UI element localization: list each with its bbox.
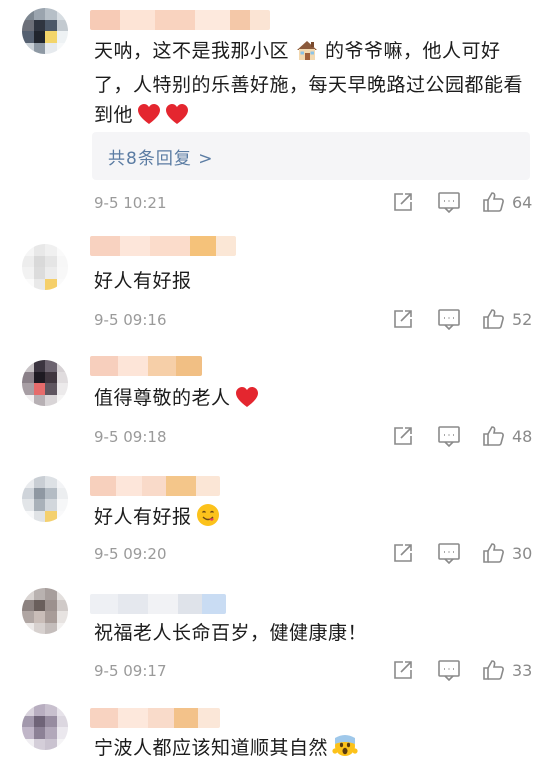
like-count: 30 (512, 544, 533, 563)
comment-icon[interactable] (437, 425, 461, 449)
avatar[interactable] (22, 244, 68, 290)
face-screaming-emoji (332, 734, 358, 767)
username[interactable] (90, 476, 220, 496)
avatar[interactable] (22, 704, 68, 750)
username[interactable] (90, 708, 220, 728)
share-icon[interactable] (392, 425, 416, 449)
thumbs-up-icon[interactable] (482, 658, 506, 682)
comment-time: 9-5 10:21 (94, 194, 167, 212)
avatar[interactable] (22, 476, 68, 522)
avatar[interactable] (22, 8, 68, 54)
like-count: 33 (512, 661, 533, 680)
thumbs-up-icon[interactable] (482, 307, 506, 331)
username[interactable] (90, 356, 202, 376)
share-icon[interactable] (392, 308, 416, 332)
like-count: 64 (512, 193, 533, 212)
share-icon[interactable] (392, 191, 416, 215)
comment-time: 9-5 09:16 (94, 311, 167, 329)
thumbs-up-icon[interactable] (482, 541, 506, 565)
heart-emoji (137, 103, 161, 134)
share-icon[interactable] (392, 542, 416, 566)
like-count: 52 (512, 310, 533, 329)
comment-time: 9-5 09:18 (94, 428, 167, 446)
comment-text: 祝福老人长命百岁，健健康康！ (94, 622, 368, 644)
face-savoring-food-emoji (196, 503, 220, 536)
comment-text: 值得尊敬的老人 (94, 383, 534, 417)
thumbs-up-icon[interactable] (482, 190, 506, 214)
comment-time: 9-5 09:20 (94, 545, 167, 563)
replies-box[interactable]: 共8条回复 > (92, 132, 530, 180)
share-icon[interactable] (392, 659, 416, 683)
like-count: 48 (512, 427, 533, 446)
heart-emoji (165, 103, 189, 134)
thumbs-up-icon[interactable] (482, 424, 506, 448)
comment-icon[interactable] (437, 542, 461, 566)
comment-text: 宁波人都应该知道顺其自然 (94, 733, 534, 767)
comment-text: 好人有好报 (94, 502, 534, 536)
comment-icon[interactable] (437, 308, 461, 332)
comment-icon[interactable] (437, 191, 461, 215)
avatar[interactable] (22, 588, 68, 634)
username[interactable] (90, 10, 270, 30)
heart-emoji (235, 386, 259, 417)
avatar[interactable] (22, 360, 68, 406)
house-emoji (295, 39, 319, 70)
username[interactable] (90, 236, 236, 256)
comment-icon[interactable] (437, 659, 461, 683)
comment-text: 好人有好报 (94, 270, 192, 292)
comment-time: 9-5 09:17 (94, 662, 167, 680)
comment-text: 天呐，这不是我那小区 的爷爷嘛，他人可好了，人特别的乐善好施，每天早晚路过公园都… (94, 36, 534, 134)
username[interactable] (90, 594, 226, 614)
view-replies-link[interactable]: 共8条回复 > (108, 144, 213, 169)
